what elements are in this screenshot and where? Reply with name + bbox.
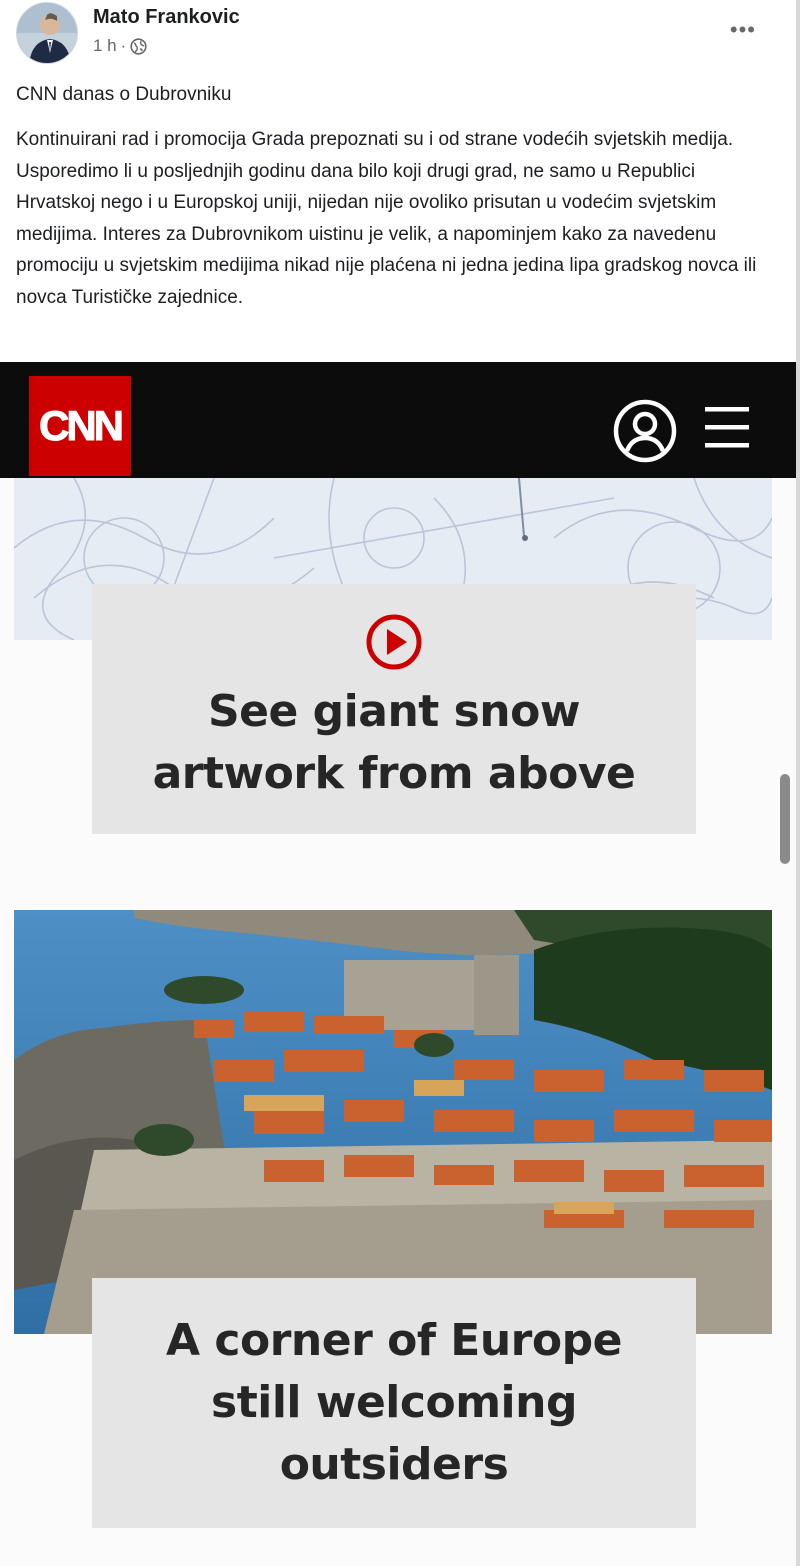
story-card-europe[interactable]: A corner of Europe still welcoming outsi… bbox=[92, 1278, 696, 1528]
dubrovnik-image[interactable] bbox=[14, 910, 772, 1334]
story-headline-snow-line2[interactable]: artwork from above bbox=[153, 743, 636, 805]
post-title: CNN danas o Dubrovniku bbox=[16, 84, 232, 105]
play-icon[interactable] bbox=[365, 613, 423, 671]
meta-separator: · bbox=[120, 36, 127, 55]
story-headline-europe-line1[interactable]: A corner of Europe bbox=[166, 1310, 622, 1372]
menu-icon[interactable] bbox=[704, 404, 750, 450]
story-headline-europe-line2[interactable]: still welcoming bbox=[211, 1372, 577, 1434]
page-edge bbox=[796, 0, 800, 1566]
cnn-content: See giant snow artwork from above A corn… bbox=[0, 478, 796, 1566]
author-name[interactable]: Mato Frankovic bbox=[93, 6, 240, 29]
cnn-logo[interactable]: CNN bbox=[29, 376, 131, 476]
post-meta: 1 h · bbox=[93, 36, 147, 56]
story-headline-europe-line3[interactable]: outsiders bbox=[280, 1434, 509, 1496]
cnn-logo-text: CNN bbox=[39, 402, 125, 450]
story-card-snow[interactable]: See giant snow artwork from above bbox=[92, 584, 696, 834]
scrollbar-thumb[interactable] bbox=[780, 774, 790, 864]
post-time[interactable]: 1 h bbox=[93, 36, 117, 56]
more-options-button[interactable]: ••• bbox=[730, 19, 756, 41]
cnn-header: CNN bbox=[0, 362, 796, 478]
post-text: Kontinuirani rad i promocija Grada prepo… bbox=[16, 129, 757, 308]
story-headline-snow-line1[interactable]: See giant snow bbox=[208, 681, 581, 743]
account-icon[interactable] bbox=[612, 398, 678, 464]
post-header: Mato Frankovic 1 h · ••• bbox=[0, 0, 800, 80]
avatar[interactable] bbox=[16, 2, 78, 64]
globe-icon[interactable] bbox=[130, 37, 147, 55]
